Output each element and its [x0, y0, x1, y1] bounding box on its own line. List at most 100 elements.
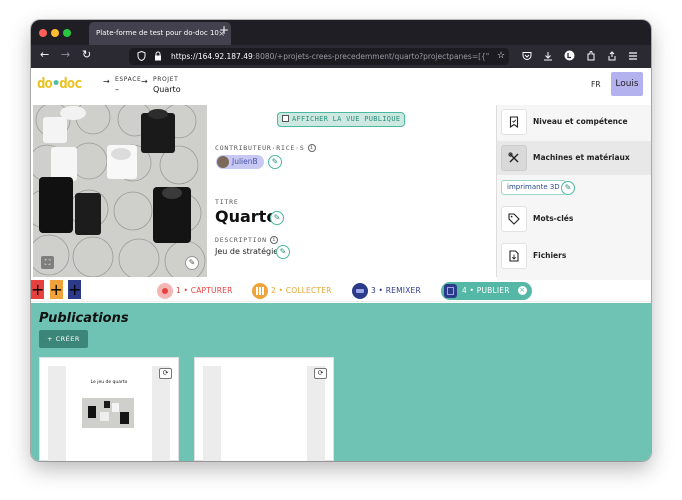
sidebar-item-label: Mots-clés [533, 214, 574, 223]
edit-machines-pencil-icon[interactable]: ✎ [561, 181, 575, 195]
publication-card[interactable]: Le jeu de quarto ⟳ [39, 357, 179, 461]
fullscreen-icon[interactable]: ⛶ [41, 256, 54, 269]
project-description: Jeu de stratégie [215, 247, 279, 256]
capture-icon [157, 283, 173, 299]
edit-title-pencil-icon[interactable]: ✎ [270, 211, 284, 225]
add-collect-icon[interactable]: + [49, 280, 63, 299]
app-header: do•doc → ESPACE – → PROJET Quarto FR Lou… [31, 68, 651, 105]
edit-contributors-pencil-icon[interactable]: ✎ [268, 155, 282, 169]
breadcrumb-label: ESPACE [115, 76, 142, 83]
machine-tag-chip[interactable]: imprimante 3D [501, 180, 566, 195]
description-label: DESCRIPTION i [215, 236, 278, 244]
bookmark-star-icon[interactable]: ☆ [497, 51, 505, 61]
edit-description-pencil-icon[interactable]: ✎ [276, 245, 290, 259]
card-page [221, 366, 307, 461]
card-preview: Le jeu de quarto [48, 366, 170, 461]
project-sidebar: Niveau et compétence Machines et matéria… [497, 105, 651, 291]
sidebar-item-machines[interactable]: Machines et matériaux [497, 141, 651, 175]
publications-title: Publications [39, 311, 129, 326]
shield-icon[interactable] [137, 50, 146, 64]
breadcrumb-project[interactable]: PROJET Quarto [153, 76, 181, 94]
sidebar-item-files[interactable]: Fichiers [497, 239, 651, 273]
download-icon[interactable] [543, 51, 553, 64]
breadcrumb-label: PROJET [153, 76, 179, 83]
pane-label: 4 • PUBLIER [462, 286, 510, 295]
close-window-dot[interactable] [39, 29, 47, 37]
public-view-checkbox[interactable] [282, 115, 289, 122]
new-tab-button[interactable]: + [219, 23, 229, 37]
menu-icon[interactable] [628, 51, 638, 64]
contributors-label: CONTRIBUTEUR·RICE·S i [215, 144, 316, 152]
add-capture-icon[interactable]: + [31, 280, 45, 299]
project-panel: ⛶ ✎ AFFICHER LA VUE PUBLIQUE CONTRIBUTEU… [31, 105, 651, 291]
publication-card[interactable]: ⟳ [194, 357, 334, 461]
url-host: https://164.92.187.49 [171, 52, 253, 61]
pocket-icon[interactable] [522, 51, 532, 64]
user-button[interactable]: Louis [611, 72, 643, 96]
card-preview [203, 366, 325, 461]
pane-remix[interactable]: 3 • REMIXER [350, 282, 421, 300]
close-pane-icon[interactable]: × [517, 286, 527, 295]
breadcrumb-arrow-icon: → [103, 77, 110, 86]
browser-tab[interactable]: Plate-forme de test pour do-doc 10 × [89, 22, 231, 45]
forward-button[interactable]: → [61, 48, 70, 61]
create-label: CRÉER [55, 335, 80, 343]
lock-icon[interactable] [154, 51, 162, 64]
sidebar-item-label: Niveau et compétence [533, 117, 628, 126]
public-view-label: AFFICHER LA VUE PUBLIQUE [292, 115, 401, 123]
url-text: https://164.92.187.49:8080/+projets-cree… [171, 48, 489, 65]
contributor-chip[interactable]: JulienB [216, 155, 264, 169]
tools-icon [501, 145, 527, 171]
description-label-text: DESCRIPTION [215, 236, 267, 244]
card-refresh-icon[interactable]: ⟳ [159, 368, 172, 379]
url-path: :8080/+projets-crees-precedemment/quarto… [252, 52, 489, 61]
plus-icon: + [47, 335, 54, 343]
dodoc-logo[interactable]: do•doc [37, 76, 83, 92]
back-button[interactable]: ← [40, 48, 49, 61]
account-icon[interactable] [564, 50, 575, 64]
sidebar-item-level[interactable]: Niveau et compétence [497, 105, 651, 139]
share-icon[interactable] [607, 51, 617, 64]
contributors-label-text: CONTRIBUTEUR·RICE·S [215, 144, 305, 152]
edit-cover-pencil-icon[interactable]: ✎ [185, 256, 199, 270]
pane-label: 1 • CAPTURER [176, 286, 233, 295]
add-remix-icon[interactable]: + [68, 280, 82, 299]
breadcrumb-value: – [115, 85, 119, 94]
project-title: Quarto [215, 207, 278, 226]
title-label: TITRE [215, 198, 239, 206]
pane-capture[interactable]: 1 • CAPTURER [155, 282, 233, 300]
sidebar-item-label: Fichiers [533, 251, 567, 260]
pane-publish[interactable]: 4 • PUBLIER × [441, 282, 532, 300]
create-publication-button[interactable]: + CRÉER [39, 330, 88, 348]
pane-collect[interactable]: 2 • COLLECTER [250, 282, 332, 300]
sidebar-item-label: Machines et matériaux [533, 153, 630, 162]
pane-label: 3 • REMIXER [371, 286, 421, 295]
publications-section: Publications + CRÉER Le jeu de quarto ⟳ [31, 303, 651, 461]
breadcrumb-value: Quarto [153, 85, 181, 94]
project-cover-image: ⛶ ✎ [33, 105, 207, 277]
breadcrumb-space[interactable]: ESPACE – [115, 76, 141, 94]
remix-icon [352, 283, 368, 299]
public-view-toggle[interactable]: AFFICHER LA VUE PUBLIQUE [277, 112, 405, 127]
avatar [217, 156, 229, 168]
info-icon[interactable]: i [307, 144, 316, 152]
reload-button[interactable]: ↻ [82, 48, 91, 61]
url-bar[interactable]: https://164.92.187.49:8080/+projets-cree… [129, 48, 509, 65]
browser-window: Plate-forme de test pour do-doc 10 × + ←… [31, 20, 651, 461]
card-page: Le jeu de quarto [66, 366, 152, 461]
card-title: Le jeu de quarto [90, 380, 128, 385]
file-download-icon [501, 243, 527, 269]
collect-grid-icon [252, 283, 268, 299]
sidebar-item-keywords[interactable]: Mots-clés [497, 202, 651, 236]
minimize-window-dot[interactable] [51, 29, 59, 37]
extensions-icon[interactable] [586, 51, 596, 64]
pane-label: 2 • COLLECTER [271, 286, 332, 295]
navigation-bar: ← → ↻ https://164.92.187.49:8080/+projet… [31, 45, 651, 68]
info-icon[interactable]: i [269, 236, 278, 244]
logo-part-b: doc [59, 76, 82, 92]
pane-switcher: 1 • CAPTURER + 2 • COLLECTER + 3 • REMIX… [31, 280, 651, 302]
card-refresh-icon[interactable]: ⟳ [314, 368, 327, 379]
tab-title: Plate-forme de test pour do-doc 10 [96, 29, 219, 37]
maximize-window-dot[interactable] [63, 29, 71, 37]
language-selector[interactable]: FR [591, 80, 601, 89]
